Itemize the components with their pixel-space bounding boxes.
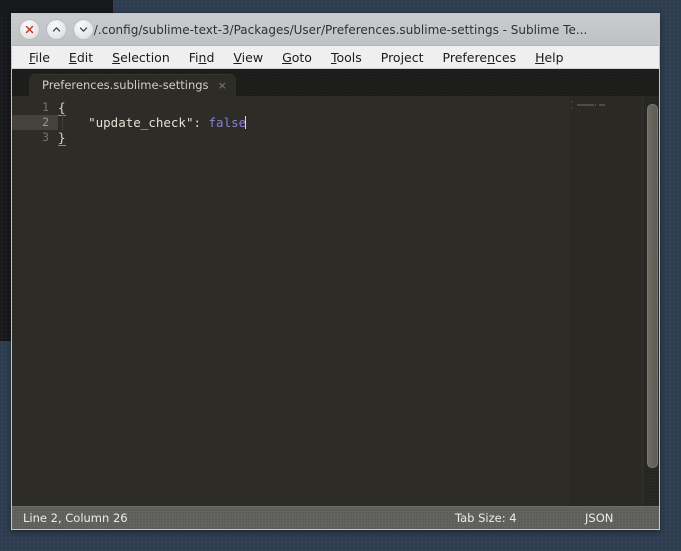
line-number-gutter: 123 — [12, 96, 58, 506]
tab-bar: Preferences.sublime-settings × — [12, 69, 659, 96]
editor-area[interactable]: 123 { "update_check": false} — [12, 96, 659, 506]
code-token-string: "update_check" — [88, 115, 194, 130]
editor-tab-label: Preferences.sublime-settings — [42, 78, 209, 92]
code-token-const: false — [208, 115, 247, 130]
chevron-up-icon — [52, 27, 61, 32]
tab-close-icon[interactable]: × — [218, 80, 227, 91]
minimize-button[interactable] — [73, 19, 94, 40]
menu-item-file[interactable]: File — [20, 48, 59, 67]
menu-item-goto[interactable]: Goto — [273, 48, 321, 67]
menu-item-preferences[interactable]: Preferences — [434, 48, 526, 67]
code-token-punct: : — [193, 115, 201, 130]
close-button[interactable] — [19, 19, 40, 40]
close-icon — [25, 25, 34, 34]
indent-guide — [62, 115, 64, 130]
text-cursor — [245, 116, 247, 129]
menu-item-project[interactable]: Project — [372, 48, 433, 67]
gutter-line-number: 1 — [42, 100, 49, 114]
gutter-line-number: 2 — [12, 115, 58, 130]
menu-item-help[interactable]: Help — [526, 48, 573, 67]
minimap-line — [569, 107, 641, 110]
syntax-status[interactable]: JSON — [585, 511, 613, 525]
code-token-brace: { — [58, 100, 66, 116]
window-title: ~/.config/sublime-text-3/Packages/User/P… — [83, 22, 588, 37]
status-bar: Line 2, Column 26 Tab Size: 4 JSON — [12, 506, 659, 529]
menu-item-find[interactable]: Find — [180, 48, 224, 67]
menu-item-view[interactable]: View — [224, 48, 272, 67]
menu-bar: File Edit Selection Find View Goto Tools Projec… — [12, 46, 659, 69]
title-bar[interactable]: ~/.config/sublime-text-3/Packages/User/P… — [12, 14, 659, 46]
vertical-scrollbar[interactable] — [644, 96, 659, 506]
menu-item-tools[interactable]: Tools — [322, 48, 371, 67]
editor-tab[interactable]: Preferences.sublime-settings × — [29, 74, 236, 96]
chevron-down-icon — [79, 27, 88, 32]
menu-item-edit[interactable]: Edit — [60, 48, 102, 67]
code-token-brace: } — [58, 130, 66, 146]
gutter-line-number: 3 — [42, 130, 49, 144]
minimap[interactable] — [569, 96, 641, 506]
background-window-top-edge[interactable] — [0, 0, 113, 14]
menu-item-selection[interactable]: Selection — [103, 48, 179, 67]
caret-position-status[interactable]: Line 2, Column 26 — [23, 511, 128, 525]
tab-size-status[interactable]: Tab Size: 4 — [455, 511, 517, 525]
maximize-button[interactable] — [46, 19, 67, 40]
sublime-text-window: ~/.config/sublime-text-3/Packages/User/P… — [11, 13, 660, 530]
background-window-left-edge[interactable] — [0, 0, 11, 341]
vertical-scrollbar-thumb[interactable] — [647, 104, 658, 468]
window-controls — [19, 19, 94, 40]
